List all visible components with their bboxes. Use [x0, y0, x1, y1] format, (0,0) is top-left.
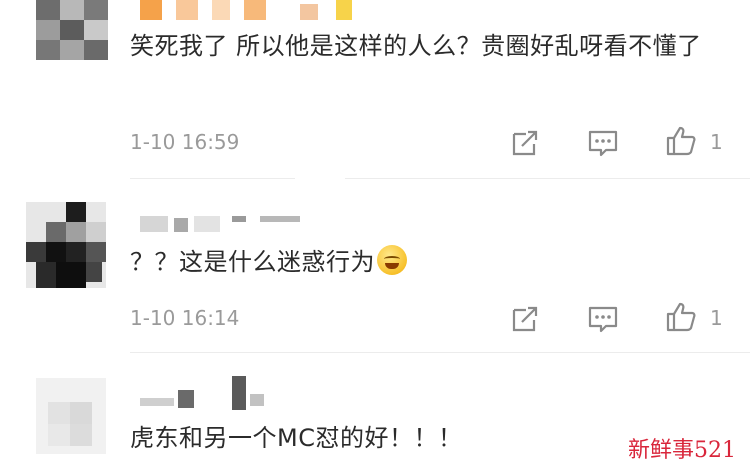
username[interactable]	[140, 214, 310, 234]
like-count: 1	[710, 130, 723, 154]
avatar[interactable]	[26, 202, 106, 288]
username[interactable]	[140, 0, 370, 20]
thumbs-up-icon[interactable]	[664, 124, 698, 158]
thumbs-up-icon[interactable]	[664, 300, 698, 334]
divider	[130, 352, 750, 353]
avatar[interactable]	[36, 378, 106, 454]
avatar[interactable]	[36, 0, 108, 60]
share-icon[interactable]	[508, 302, 542, 336]
comment-item: ？？这是什么迷惑行为 1-10 16:14 1	[0, 196, 750, 366]
like-count: 1	[710, 306, 723, 330]
username[interactable]	[140, 376, 280, 410]
comment-icon[interactable]	[586, 126, 620, 160]
divider	[345, 178, 750, 179]
comment-text: 笑死我了 所以他是这样的人么？贵圈好乱呀看不懂了	[130, 32, 702, 60]
comment-time: 1-10 16:59	[130, 130, 240, 154]
comment-text: ？？这是什么迷惑行为	[130, 240, 720, 284]
smiling-sweat-emoji	[377, 245, 407, 275]
comment-text-content: ？？这是什么迷惑行为	[130, 248, 375, 276]
comment-item: 笑死我了 所以他是这样的人么？贵圈好乱呀看不懂了 1-10 16:59 1	[0, 0, 750, 180]
comment-icon[interactable]	[586, 302, 620, 336]
divider	[130, 178, 295, 179]
comment-time: 1-10 16:14	[130, 306, 240, 330]
share-icon[interactable]	[508, 126, 542, 160]
watermark: 新鲜事521	[628, 438, 736, 463]
